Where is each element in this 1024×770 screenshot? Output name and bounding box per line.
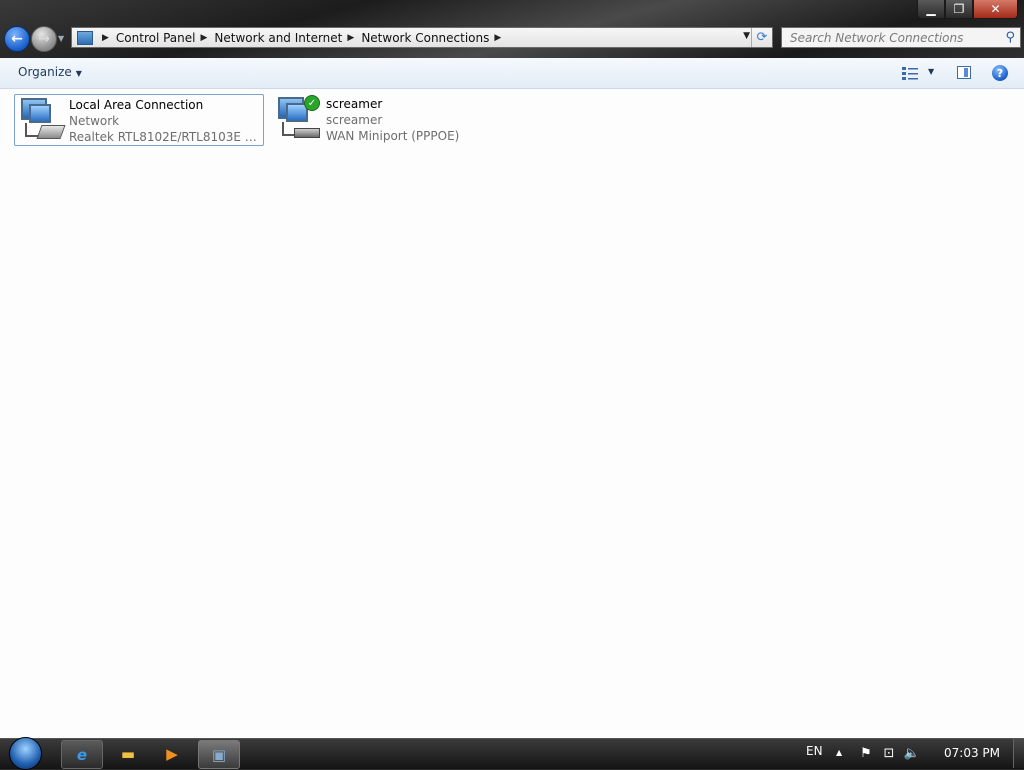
maximize-button[interactable]: ❐ bbox=[945, 0, 973, 19]
address-dropdown-icon[interactable]: ▼ bbox=[743, 31, 750, 41]
refresh-icon[interactable]: ⟳ bbox=[751, 28, 772, 47]
breadcrumb-network-and-internet[interactable]: Network and Internet bbox=[214, 31, 342, 45]
connection-item-local-area[interactable]: Local Area Connection Network Realtek RT… bbox=[14, 94, 264, 146]
chevron-down-icon: ▼ bbox=[75, 69, 82, 78]
clock[interactable]: 07:03 PM bbox=[944, 746, 1000, 760]
connection-item-screamer[interactable]: ✓ screamer screamer WAN Miniport (PPPOE) bbox=[272, 94, 472, 146]
connection-status: screamer bbox=[326, 113, 383, 127]
help-icon[interactable]: ? bbox=[992, 65, 1008, 81]
connection-name: Local Area Connection bbox=[69, 98, 204, 112]
media-player-icon[interactable]: ▶ bbox=[152, 740, 192, 767]
minimize-button[interactable]: ▁ bbox=[917, 0, 945, 19]
arrow-left-icon: ← bbox=[11, 31, 23, 47]
change-view-icon[interactable] bbox=[902, 66, 918, 80]
breadcrumb-separator[interactable]: ▶ bbox=[494, 33, 501, 43]
back-button[interactable]: ← bbox=[4, 26, 30, 52]
organize-label: Organize bbox=[18, 65, 72, 79]
breadcrumb-separator[interactable]: ▶ bbox=[102, 33, 109, 43]
breadcrumb-separator[interactable]: ▶ bbox=[201, 33, 208, 43]
connection-device: Realtek RTL8102E/RTL8103E Famil... bbox=[69, 130, 261, 144]
control-panel-icon bbox=[77, 30, 93, 45]
recent-pages-dropdown[interactable]: ▼ bbox=[58, 34, 64, 43]
organize-button[interactable]: Organize ▼ bbox=[18, 65, 82, 79]
view-options-dropdown[interactable]: ▼ bbox=[928, 67, 934, 76]
breadcrumb-separator[interactable]: ▶ bbox=[347, 33, 354, 43]
checkmark-icon: ✓ bbox=[304, 95, 320, 111]
broadband-connected-icon: ✓ bbox=[272, 94, 326, 144]
show-hidden-icons-icon[interactable]: ▲ bbox=[836, 748, 842, 757]
action-center-icon[interactable]: ⚑ bbox=[858, 745, 874, 761]
address-bar[interactable]: ▶ Control Panel ▶ Network and Internet ▶… bbox=[71, 27, 773, 48]
arrow-right-icon: → bbox=[38, 31, 50, 47]
windows-explorer-icon[interactable]: ▬ bbox=[108, 740, 148, 767]
window-controls: ▁ ❐ ✕ bbox=[917, 0, 1018, 19]
forward-button[interactable]: → bbox=[31, 26, 57, 52]
search-placeholder: Search Network Connections bbox=[790, 31, 964, 45]
close-button[interactable]: ✕ bbox=[973, 0, 1018, 19]
show-desktop-button[interactable] bbox=[1013, 739, 1024, 768]
network-connections-icon[interactable]: ▣ bbox=[198, 740, 240, 769]
language-indicator[interactable]: EN bbox=[806, 744, 823, 758]
windows-logo-icon bbox=[9, 737, 42, 770]
command-bar: Organize ▼ ▼ ? bbox=[0, 58, 1024, 89]
connection-status: Network bbox=[69, 114, 120, 128]
connection-name: screamer bbox=[326, 97, 383, 111]
breadcrumb-control-panel[interactable]: Control Panel bbox=[116, 31, 196, 45]
search-icon[interactable]: ⚲ bbox=[1005, 30, 1015, 45]
volume-icon[interactable]: 🔈 bbox=[904, 745, 920, 761]
breadcrumb-network-connections[interactable]: Network Connections bbox=[361, 31, 489, 45]
internet-explorer-icon[interactable]: e bbox=[61, 740, 103, 769]
lan-adapter-icon bbox=[15, 95, 69, 145]
preview-pane-icon[interactable] bbox=[957, 66, 971, 79]
search-input[interactable]: Search Network Connections ⚲ bbox=[781, 27, 1021, 48]
start-button[interactable] bbox=[9, 737, 44, 770]
connection-device: WAN Miniport (PPPOE) bbox=[326, 129, 460, 143]
connections-list: Local Area Connection Network Realtek RT… bbox=[0, 89, 1024, 738]
network-tray-icon[interactable]: ⊡ bbox=[881, 745, 897, 761]
